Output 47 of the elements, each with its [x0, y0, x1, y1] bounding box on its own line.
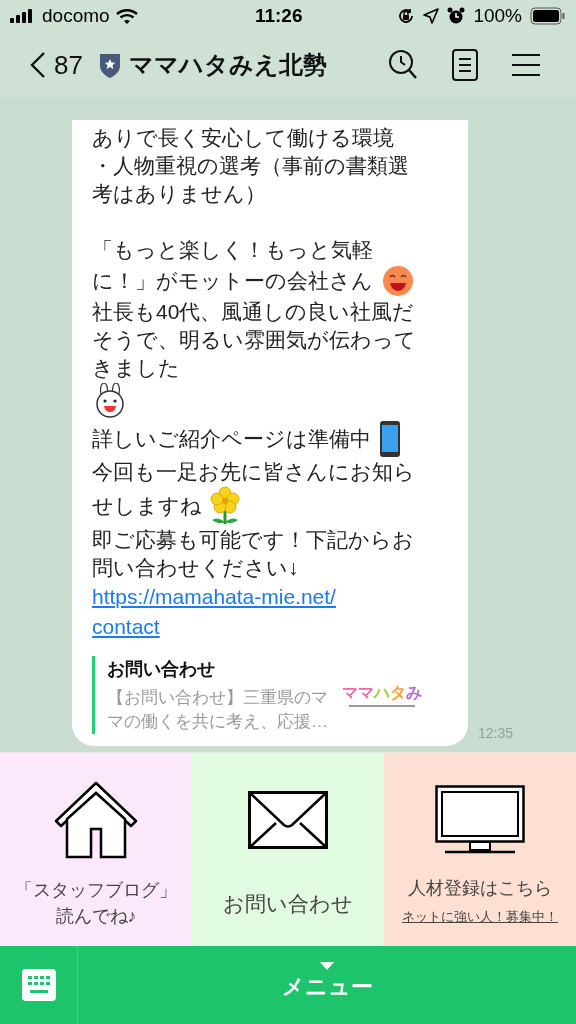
- message-text: せしますね: [92, 493, 202, 519]
- smartphone-icon: [379, 420, 401, 458]
- alarm-clock-icon: [447, 7, 466, 25]
- rich-menu-tile[interactable]: お問い合わせ: [192, 753, 384, 946]
- back-button[interactable]: 87: [30, 45, 83, 85]
- menu-subtext: ネットに強い人！募集中！: [402, 908, 558, 926]
- message-text: 詳しいご紹介ページは準備中: [92, 426, 371, 452]
- message-text: そうで、明るい雰囲気が伝わって: [92, 327, 416, 353]
- message-text: ありで長く安心して働ける環境: [92, 125, 394, 151]
- url-link[interactable]: https://mamahata-mie.net/ contact: [92, 582, 336, 642]
- wifi-icon: [115, 8, 138, 24]
- caret-down-icon: [320, 962, 334, 970]
- chevron-left-icon: [30, 51, 46, 79]
- menu-icon[interactable]: [512, 53, 540, 77]
- link-preview-card[interactable]: お問い合わせ 【お問い合わせ】三重県のマ マの働くを共に考え、応援… ママハタみ: [92, 656, 454, 734]
- message-text: 社長も40代、風通しの良い社風だ: [92, 299, 415, 325]
- preview-description: 【お問い合わせ】三重県のマ マの働くを共に考え、応援…: [107, 687, 328, 733]
- clock-time: 11:26: [253, 3, 304, 28]
- smiley-face-icon: [381, 264, 415, 298]
- message-text: きました: [92, 355, 180, 381]
- rich-menu-tile[interactable]: 人材登録はこちら ネットに強い人！募集中！: [384, 753, 576, 946]
- preview-title: お問い合わせ: [107, 658, 216, 681]
- carrier-name: docomo: [42, 3, 110, 28]
- battery-icon: [530, 7, 566, 25]
- keyboard-icon: [21, 969, 56, 1001]
- chat-title: ママハタみえ北勢: [128, 50, 327, 80]
- message-text: 即ご応募も可能です！下記からお: [92, 527, 414, 553]
- site-logo: ママハタみ: [342, 683, 422, 707]
- shield-star-icon: [98, 52, 121, 78]
- message-text: 「もっと楽しく！もっと気軽: [92, 237, 373, 263]
- message-time: 12:35: [478, 724, 514, 743]
- message-text: ・人物重視の選考（事前の書類選: [92, 153, 409, 179]
- message-text: に！」がモットーの会社さん: [92, 268, 373, 294]
- history-search-icon[interactable]: [388, 49, 418, 81]
- message-text: 問い合わせください↓: [92, 555, 299, 581]
- menu-label: 「スタッフブログ」 読んでね♪: [15, 879, 177, 928]
- house-icon: [54, 779, 138, 861]
- message-text: 考はありません）: [92, 181, 266, 207]
- location-arrow-icon: [423, 8, 440, 24]
- notes-icon[interactable]: [452, 49, 478, 81]
- rotation-lock-icon: [397, 7, 416, 25]
- rich-menu-tile[interactable]: 「スタッフブログ」 読んでね♪: [0, 753, 192, 946]
- battery-percent: 100%: [473, 3, 522, 28]
- menu-label: 人材登録はこちら: [408, 877, 552, 900]
- message-text: 今回も一足お先に皆さんにお知ら: [92, 459, 415, 485]
- menu-label: お問い合わせ: [223, 891, 353, 917]
- flower-icon: [210, 486, 240, 526]
